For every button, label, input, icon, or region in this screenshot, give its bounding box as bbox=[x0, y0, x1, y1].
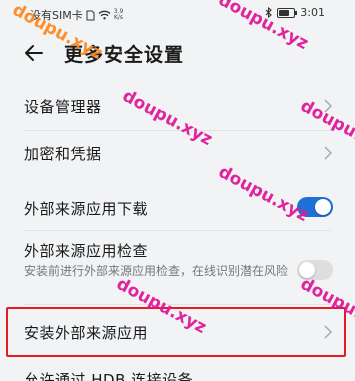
battery-icon bbox=[277, 7, 298, 18]
divider bbox=[24, 230, 331, 231]
encryption-label: 加密和凭据 bbox=[24, 145, 102, 163]
speed-unit: K/s bbox=[113, 14, 124, 21]
chevron-right-icon bbox=[324, 146, 333, 160]
external-check-toggle[interactable] bbox=[297, 260, 333, 280]
sim-icon bbox=[86, 10, 95, 20]
device-manager-label: 设备管理器 bbox=[24, 98, 102, 116]
back-arrow-icon[interactable] bbox=[22, 40, 48, 66]
hdb-label: 允许通过 HDB 连接设备 bbox=[24, 371, 194, 381]
hdb-row[interactable]: 允许通过 HDB 连接设备 bbox=[0, 362, 355, 381]
toggle-knob bbox=[315, 199, 331, 215]
network-speed: 3.9 K/s bbox=[114, 9, 124, 21]
screen: 没有SIM卡 3.9 K/s 3:01 更多安全设置 设备管理器 加密和凭据 外… bbox=[0, 0, 355, 381]
external-check-description: 安装前进行外部来源应用检查，在线识别潜在风险 bbox=[24, 264, 289, 278]
external-check-label: 外部来源应用检查 bbox=[24, 242, 149, 260]
external-download-label: 外部来源应用下载 bbox=[24, 200, 149, 218]
status-time: 3:01 bbox=[300, 6, 325, 19]
encryption-row[interactable]: 加密和凭据 bbox=[0, 134, 355, 174]
wifi-icon bbox=[98, 10, 111, 20]
